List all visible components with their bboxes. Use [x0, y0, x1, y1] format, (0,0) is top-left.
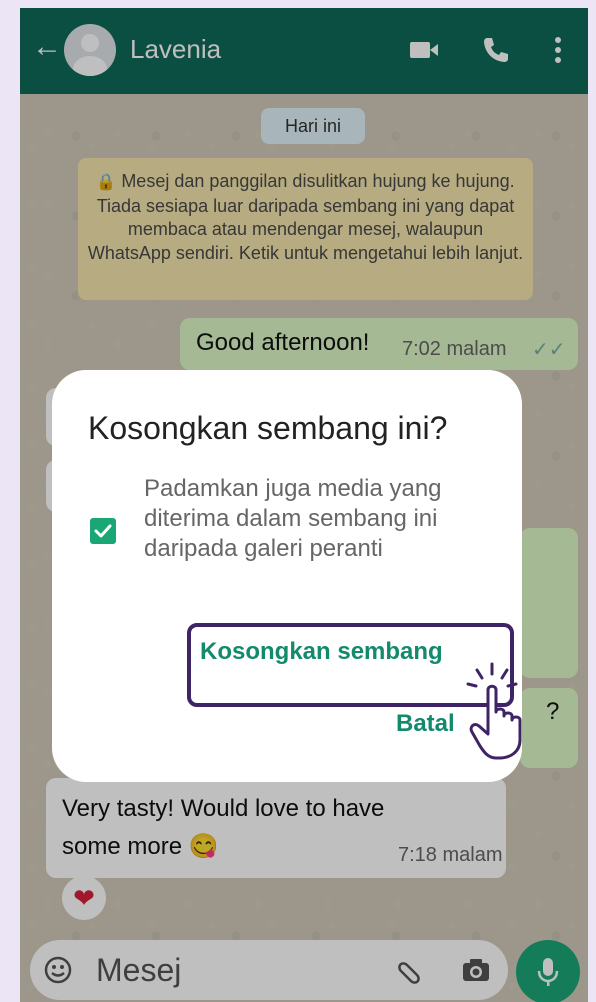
clear-chat-dialog: Kosongkan sembang ini? Padamkan juga med…	[52, 370, 522, 782]
checkbox-label[interactable]: Padamkan juga media yang diterima dalam …	[144, 474, 474, 564]
cancel-button[interactable]: Batal	[396, 710, 455, 738]
delete-media-checkbox[interactable]	[90, 518, 116, 544]
tap-hand-icon	[462, 660, 542, 760]
dialog-title: Kosongkan sembang ini?	[88, 410, 448, 446]
checkmark-icon	[94, 524, 112, 538]
